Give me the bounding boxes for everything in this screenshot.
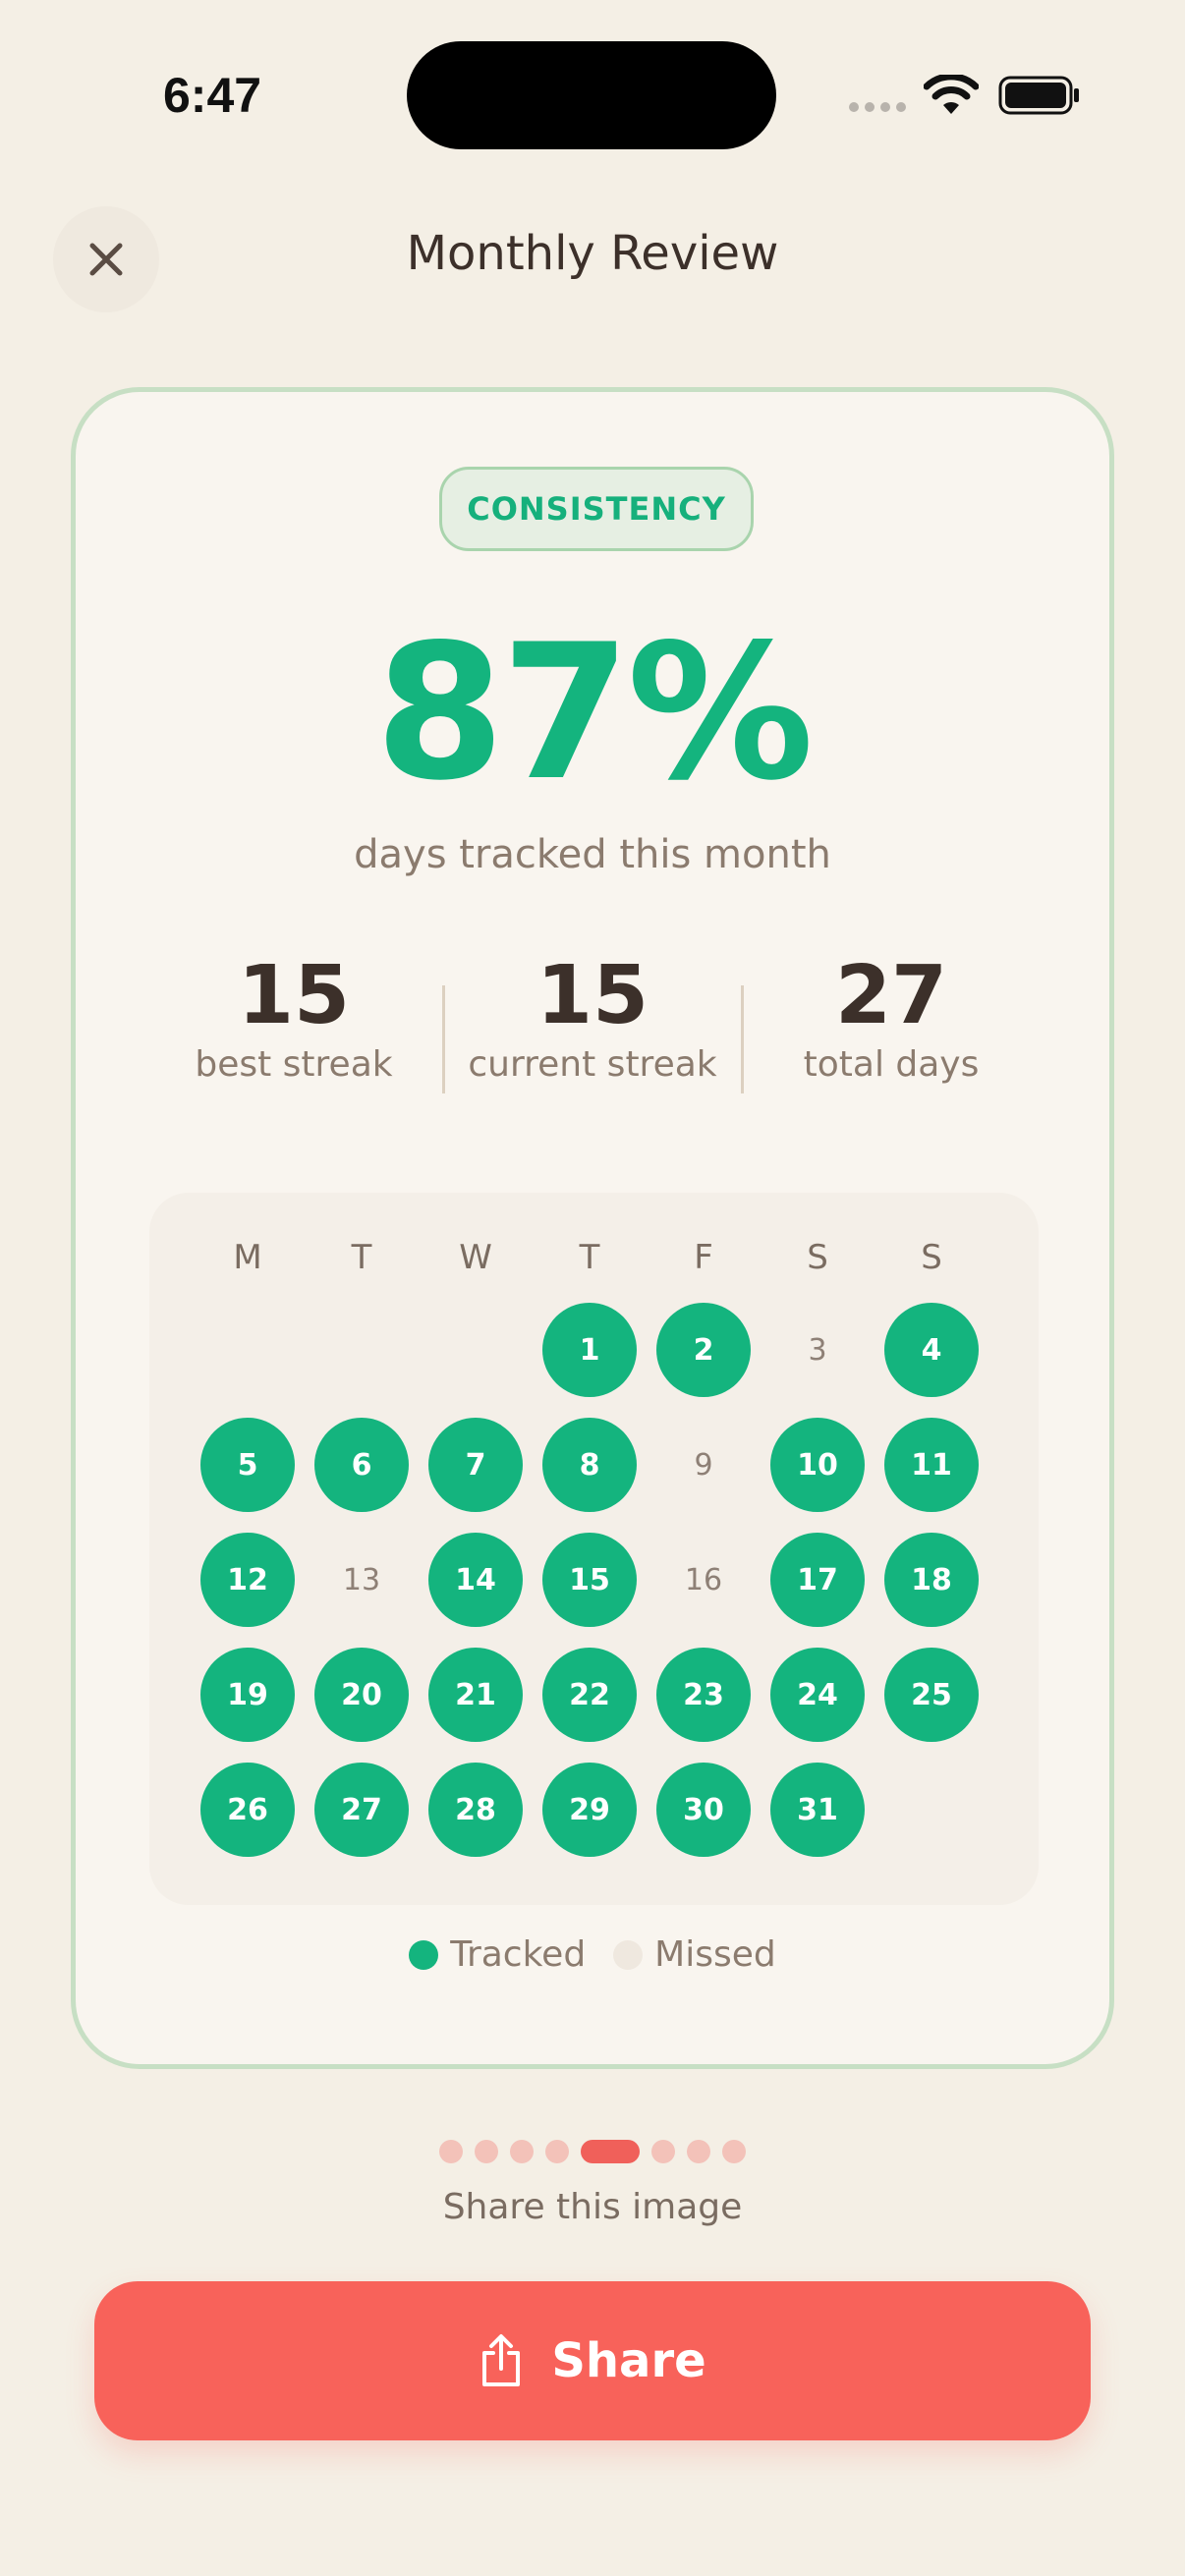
page-dot[interactable] bbox=[545, 2140, 569, 2163]
page-dot[interactable] bbox=[510, 2140, 534, 2163]
calendar-day: 29 bbox=[542, 1763, 637, 1857]
calendar-day: 9 bbox=[694, 1447, 713, 1483]
calendar-day: 5 bbox=[200, 1418, 295, 1512]
wifi-icon bbox=[924, 75, 979, 114]
legend-missed-label: Missed bbox=[654, 1934, 776, 1975]
calendar-day: 16 bbox=[684, 1562, 723, 1597]
stat-value: 27 bbox=[834, 949, 948, 1042]
status-time: 6:47 bbox=[163, 68, 262, 123]
calendar-day: 4 bbox=[884, 1303, 979, 1397]
legend-tracked: Tracked bbox=[409, 1934, 586, 1975]
calendar-day: 17 bbox=[770, 1533, 865, 1627]
share-button-label: Share bbox=[551, 2333, 706, 2388]
stat-best-streak: 15 best streak bbox=[144, 949, 443, 1086]
calendar-day: 3 bbox=[808, 1332, 827, 1368]
calendar-day: 20 bbox=[314, 1648, 409, 1742]
weekday-label: W bbox=[459, 1238, 492, 1277]
month-calendar: M T W T F S S 1 2 3 4 5 6 7 8 9 10 11 12 13 14 15 16 17 18 19 20 21… bbox=[149, 1193, 1039, 1905]
stat-label: total days bbox=[803, 1044, 980, 1086]
missed-dot-icon bbox=[613, 1939, 644, 1970]
page-indicator[interactable] bbox=[0, 2140, 1185, 2163]
stat-total-days: 27 total days bbox=[742, 949, 1041, 1086]
calendar-day: 8 bbox=[542, 1418, 637, 1512]
dynamic-island bbox=[407, 41, 776, 149]
calendar-day: 21 bbox=[428, 1648, 523, 1742]
share-icon bbox=[482, 2334, 521, 2386]
share-button[interactable]: Share bbox=[94, 2281, 1091, 2440]
stat-value: 15 bbox=[536, 949, 649, 1042]
calendar-day: 26 bbox=[200, 1763, 295, 1857]
tracked-dot-icon bbox=[409, 1939, 439, 1970]
status-bar: 6:47 bbox=[0, 0, 1185, 187]
weekday-label: F bbox=[694, 1238, 713, 1277]
stat-label: current streak bbox=[468, 1044, 717, 1086]
share-hint: Share this image bbox=[442, 2187, 743, 2227]
calendar-day: 10 bbox=[770, 1418, 865, 1512]
stat-label: best streak bbox=[195, 1044, 393, 1086]
tracked-percent: 87% bbox=[374, 604, 815, 821]
calendar-day: 6 bbox=[314, 1418, 409, 1512]
stat-current-streak: 15 current streak bbox=[443, 949, 742, 1086]
page-dot[interactable] bbox=[722, 2140, 746, 2163]
weekday-label: T bbox=[579, 1238, 600, 1277]
calendar-day: 11 bbox=[884, 1418, 979, 1512]
consistency-badge: CONSISTENCY bbox=[439, 467, 754, 551]
calendar-day: 1 bbox=[542, 1303, 637, 1397]
calendar-day: 19 bbox=[200, 1648, 295, 1742]
cellular-signal-icon bbox=[849, 102, 906, 112]
stats-row: 15 best streak 15 current streak 27 tota… bbox=[144, 949, 1041, 1099]
calendar-day: 15 bbox=[542, 1533, 637, 1627]
legend-missed: Missed bbox=[613, 1934, 776, 1975]
page-title: Monthly Review bbox=[406, 226, 779, 281]
calendar-day: 18 bbox=[884, 1533, 979, 1627]
calendar-day: 2 bbox=[656, 1303, 751, 1397]
weekday-label: T bbox=[351, 1238, 372, 1277]
review-card: CONSISTENCY 87% days tracked this month … bbox=[71, 387, 1114, 2069]
calendar-day: 12 bbox=[200, 1533, 295, 1627]
page-dot[interactable] bbox=[651, 2140, 675, 2163]
calendar-legend: Tracked Missed bbox=[76, 1934, 1109, 1975]
page-dot[interactable] bbox=[439, 2140, 463, 2163]
calendar-day: 31 bbox=[770, 1763, 865, 1857]
page-dot-active[interactable] bbox=[581, 2140, 640, 2163]
calendar-day: 22 bbox=[542, 1648, 637, 1742]
calendar-day: 25 bbox=[884, 1648, 979, 1742]
legend-tracked-label: Tracked bbox=[450, 1934, 587, 1975]
percent-caption: days tracked this month bbox=[354, 832, 831, 877]
page-dot[interactable] bbox=[687, 2140, 710, 2163]
stat-value: 15 bbox=[237, 949, 351, 1042]
battery-icon bbox=[998, 76, 1079, 115]
calendar-day: 14 bbox=[428, 1533, 523, 1627]
calendar-day: 28 bbox=[428, 1763, 523, 1857]
weekday-label: S bbox=[921, 1238, 942, 1277]
calendar-day: 24 bbox=[770, 1648, 865, 1742]
calendar-day: 27 bbox=[314, 1763, 409, 1857]
calendar-day: 30 bbox=[656, 1763, 751, 1857]
calendar-day: 13 bbox=[342, 1562, 381, 1597]
weekday-label: M bbox=[233, 1238, 262, 1277]
calendar-day: 7 bbox=[428, 1418, 523, 1512]
weekday-label: S bbox=[807, 1238, 828, 1277]
page-dot[interactable] bbox=[475, 2140, 498, 2163]
calendar-day: 23 bbox=[656, 1648, 751, 1742]
